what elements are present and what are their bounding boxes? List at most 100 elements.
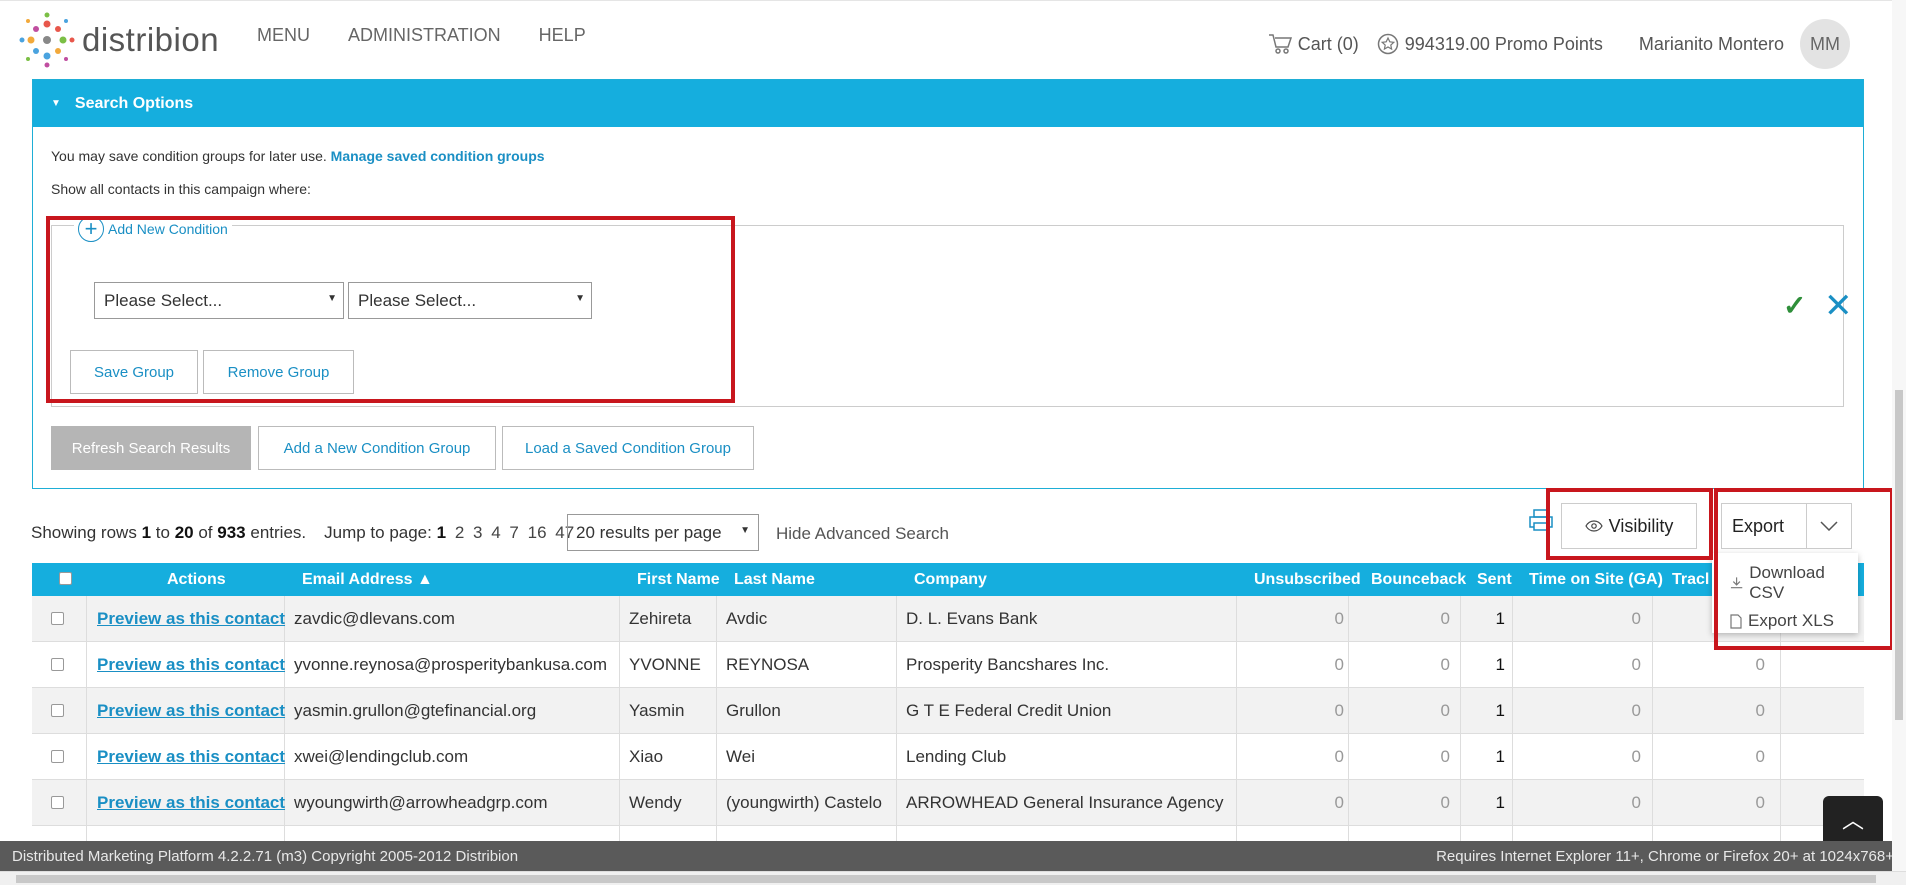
page-link[interactable]: 7	[509, 523, 518, 542]
cell-divider	[896, 642, 897, 688]
cell-time-on-site: 0	[1631, 655, 1641, 674]
cell-last-name: REYNOSA	[726, 655, 810, 674]
cell-divider	[1348, 734, 1349, 780]
footer-requirements: Requires Internet Explorer 11+, Chrome o…	[1436, 847, 1894, 865]
refresh-search-results-button[interactable]: Refresh Search Results	[51, 426, 251, 470]
page-link[interactable]: 4	[491, 523, 500, 542]
cell-divider	[716, 780, 717, 826]
close-icon[interactable]: ✕	[1824, 286, 1853, 326]
show-contacts-text: Show all contacts in this campaign where…	[51, 181, 311, 197]
of-label: of	[198, 523, 213, 542]
cell-email: xwei@lendingclub.com	[294, 747, 469, 766]
col-bounceback[interactable]: Bounceback	[1371, 571, 1466, 589]
to-label: to	[155, 523, 170, 542]
cell-divider	[896, 688, 897, 734]
cell-divider	[896, 734, 897, 780]
user-name[interactable]: Marianito Montero	[1639, 34, 1784, 55]
cell-divider	[1460, 734, 1461, 780]
add-condition-group-button[interactable]: Add a New Condition Group	[258, 426, 496, 470]
cell-divider	[1236, 780, 1237, 826]
row-checkbox[interactable]	[51, 658, 64, 671]
horizontal-scrollbar[interactable]	[0, 871, 1906, 885]
row-from: 1	[141, 523, 152, 542]
user-area: Cart (0) 994319.00 Promo Points Marianit…	[1268, 19, 1850, 69]
row-checkbox[interactable]	[51, 704, 64, 717]
cell-divider	[716, 734, 717, 780]
cell-divider	[1236, 596, 1237, 642]
preview-contact-link[interactable]: Preview as this contact	[97, 655, 285, 675]
cell-divider	[619, 688, 620, 734]
promo-points[interactable]: 994319.00 Promo Points	[1377, 33, 1603, 55]
table-row: Preview as this contact wyoungwirth@arrow…	[32, 780, 1864, 826]
cell-divider	[86, 688, 87, 734]
cell-divider	[1348, 596, 1349, 642]
scrollbar-thumb[interactable]	[16, 875, 1876, 883]
cell-divider	[86, 780, 87, 826]
vertical-scrollbar[interactable]	[1892, 0, 1906, 871]
cell-last-name: Avdic	[726, 609, 768, 628]
cell-sent: 1	[1495, 701, 1505, 720]
col-last-name[interactable]: Last Name	[734, 571, 815, 589]
page-link[interactable]: 2	[455, 523, 464, 542]
promo-points-label: 994319.00 Promo Points	[1404, 33, 1603, 54]
cell-first-name: Xiao	[629, 747, 664, 766]
row-to: 20	[174, 523, 194, 542]
cell-first-name: Wendy	[629, 793, 682, 812]
nav-help[interactable]: HELP	[539, 25, 586, 46]
avatar[interactable]: MM	[1800, 19, 1850, 69]
row-checkbox[interactable]	[51, 750, 64, 763]
page-link[interactable]: 3	[473, 523, 482, 542]
table-header: Actions Email Address ▲ First Name Last …	[32, 563, 1864, 596]
cell-divider	[716, 596, 717, 642]
scrollbar-thumb[interactable]	[1895, 390, 1903, 720]
check-icon[interactable]: ✓	[1783, 289, 1806, 322]
search-options-header[interactable]: ▼ Search Options	[33, 80, 1863, 127]
cell-last-name: Grullon	[726, 701, 781, 720]
row-checkbox[interactable]	[51, 612, 64, 625]
page-link[interactable]: 16	[528, 523, 547, 542]
nav-administration[interactable]: ADMINISTRATION	[348, 25, 501, 46]
manage-saved-groups-link[interactable]: Manage saved condition groups	[331, 148, 545, 164]
preview-contact-link[interactable]: Preview as this contact	[97, 701, 285, 721]
cell-bounceback: 0	[1440, 747, 1450, 766]
cell-divider	[716, 688, 717, 734]
table-row: Preview as this contact yvonne.reynosa@pr…	[32, 642, 1864, 688]
row-checkbox[interactable]	[51, 796, 64, 809]
cell-divider	[1652, 596, 1653, 642]
page-link[interactable]: 1	[437, 523, 446, 542]
main-nav: MENU ADMINISTRATION HELP	[257, 25, 586, 46]
cell-tracking: 0	[1755, 747, 1765, 766]
logo[interactable]: distribion	[18, 11, 219, 69]
contacts-table: Actions Email Address ▲ First Name Last …	[32, 563, 1864, 872]
hide-advanced-search-link[interactable]: Hide Advanced Search	[776, 524, 949, 544]
top-header: distribion MENU ADMINISTRATION HELP Cart…	[0, 0, 1906, 78]
col-company[interactable]: Company	[914, 571, 987, 589]
col-email[interactable]: Email Address ▲	[302, 571, 433, 589]
cart-label: Cart (0)	[1297, 33, 1359, 54]
scroll-to-top-button[interactable]: ︿	[1823, 796, 1883, 841]
footer-version: Distributed Marketing Platform 4.2.2.71 …	[12, 847, 519, 865]
col-unsubscribed[interactable]: Unsubscribed	[1254, 571, 1361, 589]
col-tracking[interactable]: Tracl	[1672, 571, 1709, 589]
cell-divider	[1512, 596, 1513, 642]
load-saved-group-button[interactable]: Load a Saved Condition Group	[502, 426, 754, 470]
col-first-name[interactable]: First Name	[637, 571, 720, 589]
col-time-on-site[interactable]: Time on Site (GA)	[1529, 571, 1663, 589]
preview-contact-link[interactable]: Preview as this contact	[97, 747, 285, 767]
cell-first-name: Zehireta	[629, 609, 692, 628]
col-sent[interactable]: Sent	[1477, 571, 1512, 589]
annotation-box-export	[1714, 488, 1894, 650]
cell-time-on-site: 0	[1631, 609, 1641, 628]
cell-divider	[1512, 688, 1513, 734]
preview-contact-link[interactable]: Preview as this contact	[97, 609, 285, 629]
cell-bounceback: 0	[1440, 793, 1450, 812]
results-per-page-select[interactable]: 20 results per page ▼	[567, 514, 759, 551]
cart-link[interactable]: Cart (0)	[1268, 33, 1359, 55]
entries-label: entries.	[250, 523, 307, 542]
cell-divider	[1512, 642, 1513, 688]
nav-menu[interactable]: MENU	[257, 25, 310, 46]
select-all-checkbox[interactable]	[59, 572, 72, 585]
preview-contact-link[interactable]: Preview as this contact	[97, 793, 285, 813]
cell-divider	[86, 734, 87, 780]
cell-company: G T E Federal Credit Union	[906, 701, 1112, 720]
